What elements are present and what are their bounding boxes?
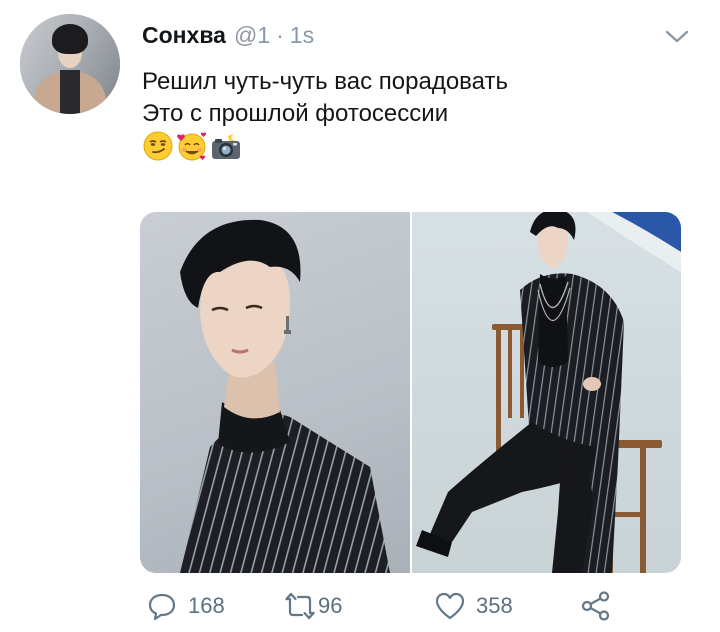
like-count: 358 [476,593,513,618]
portrait-image [180,219,390,573]
emoji-row [142,130,242,162]
share-icon [581,591,610,621]
tweet-text: Решил чуть-чуть вас порадовать Это с про… [142,66,508,130]
like-button[interactable]: 358 [434,590,513,622]
reply-count: 168 [188,593,225,618]
tweet-text-line: Решил чуть-чуть вас порадовать [142,68,508,95]
tweet-text-line: Это с прошлой фотосессии [142,100,449,127]
timestamp[interactable]: 1s [290,22,314,49]
reply-button[interactable]: 168 [146,590,225,622]
tweet-header: Сонхва @1 · 1s [142,22,314,49]
smiling-face-with-hearts-icon [177,132,207,161]
heart-icon [435,592,465,620]
tweet-actions: 168 96 358 [142,590,622,622]
share-button[interactable] [580,590,612,622]
separator-dot: · [276,22,284,48]
chevron-down-icon[interactable] [664,28,690,46]
author-handle[interactable]: @1 [234,22,270,49]
author-name[interactable]: Сонхва [142,22,226,49]
retweet-button[interactable]: 96 [284,590,342,622]
avatar[interactable] [20,14,120,114]
smirking-face-icon [143,131,173,161]
tweet: Сонхва @1 · 1s Решил чуть-чуть вас порад… [0,0,720,632]
retweet-icon [285,592,315,620]
full-body-image [416,212,681,573]
reply-icon [148,593,176,621]
photo-left[interactable] [140,212,410,573]
tweet-media[interactable] [140,212,681,573]
photo-right[interactable] [412,212,681,573]
retweet-count: 96 [318,593,343,618]
camera-with-flash-icon [212,131,240,159]
